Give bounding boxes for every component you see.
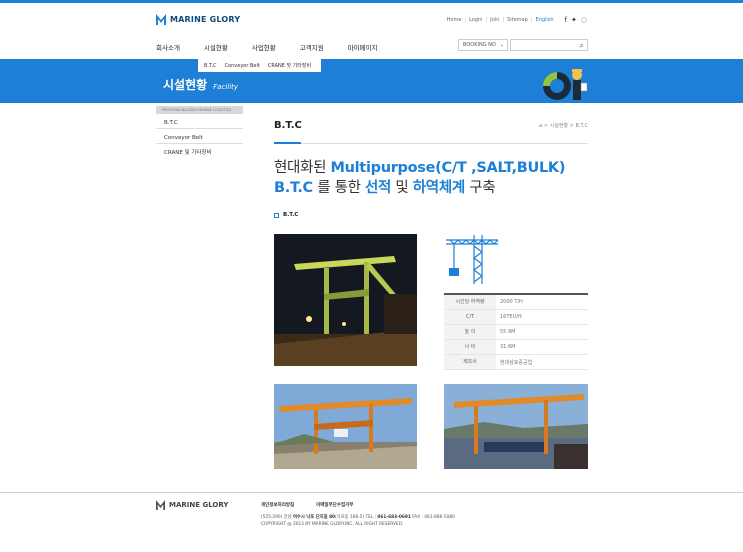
header: MARINE GLORY Home | Login | Join | Sitemap |… — [0, 3, 743, 59]
headline-text: 를 통한 — [312, 180, 365, 196]
headline: 현대화된 Multipurpose(C/T ,SALT,BULK) B.T.C … — [274, 158, 588, 198]
footer-logo-text: MARINE GLORY — [169, 501, 229, 509]
side-nav-item-conveyor[interactable]: Conveyor Belt — [156, 132, 243, 144]
facebook-icon[interactable]: f — [565, 16, 567, 24]
logo[interactable]: MARINE GLORY — [156, 14, 240, 25]
spec-value: 16TEU/H — [500, 314, 522, 320]
banner-title-en: Facility — [213, 83, 239, 91]
table-row: 높 이 55.9M — [444, 325, 588, 340]
address-text: (낙포동 168-5) TEL : — [335, 515, 378, 520]
search-icon[interactable]: ⌕ — [580, 41, 584, 51]
spec-value: 2000 T/H — [500, 299, 523, 305]
section-heading-text: B.T.C — [283, 212, 299, 218]
util-english-link[interactable]: English — [535, 17, 553, 23]
side-nav-item-btc[interactable]: B.T.C — [156, 117, 243, 129]
title-divider — [274, 142, 588, 144]
breadcrumb: ⌂ > 시설현황 > B.T.C — [539, 123, 588, 129]
nav-mypage[interactable]: 마이페이지 — [348, 42, 378, 52]
spec-value: 55.9M — [500, 329, 516, 335]
btc-night-photo — [274, 234, 417, 366]
util-home-link[interactable]: Home — [447, 17, 462, 23]
submenu-crane[interactable]: CRANE 및 기타장비 — [268, 62, 311, 69]
table-row: C/T 16TEU/H — [444, 310, 588, 325]
headline-text: 구축 — [464, 180, 496, 196]
nav-facility[interactable]: 시설현황 — [204, 42, 228, 52]
table-row: 제조사 현대삼호중공업 — [444, 355, 588, 370]
spec-key: 너 비 — [444, 340, 496, 354]
btc-day-photo-2 — [444, 384, 588, 469]
spec-key: C/T — [444, 310, 496, 324]
submenu-btc[interactable]: B.T.C — [204, 63, 217, 69]
logo-text: MARINE GLORY — [170, 15, 241, 24]
facility-submenu: B.T.C Conveyor Belt CRANE 및 기타장비 — [197, 59, 322, 73]
sns-links: f ✦ ◌ — [565, 16, 587, 24]
util-sitemap-link[interactable]: Sitemap — [507, 17, 528, 23]
fax-number: FAX : 061-686-5080 — [410, 515, 455, 520]
ci-character-icon — [543, 69, 588, 100]
footer-email-policy-link[interactable]: 이메일무단수집거부 — [316, 502, 353, 508]
util-login-link[interactable]: Login — [469, 17, 483, 23]
blog-icon[interactable]: ◌ — [581, 16, 587, 24]
spec-value: 현대삼호중공업 — [500, 359, 533, 366]
page-banner: 시설현황 Facility — [0, 59, 743, 103]
nav-business[interactable]: 사업현황 — [252, 42, 276, 52]
table-row: 시간당 하역량 2000 T/H — [444, 295, 588, 310]
footer-divider — [0, 492, 743, 493]
spec-key: 시간당 하역량 — [444, 295, 496, 309]
table-row: 너 비 31.6M — [444, 340, 588, 355]
breadcrumb-item: B.T.C — [575, 123, 588, 129]
footer-privacy-link[interactable]: 개인정보처리방침 — [261, 502, 294, 508]
side-nav-heading: PROFESSIONALIZED MARINE LOGISTICS — [156, 106, 243, 114]
twitter-icon[interactable]: ✦ — [571, 16, 577, 24]
headline-text: 및 — [391, 180, 413, 196]
headline-highlight: 선적 — [364, 180, 392, 196]
copyright: COPYRIGHT @ 2013 BY MARINE GLORY.INC. AL… — [261, 522, 404, 527]
chevron-down-icon: ⌄ — [499, 42, 504, 48]
headline-text: 현대화된 — [274, 160, 331, 176]
utility-nav: Home | Login | Join | Sitemap | English f ✦ … — [446, 16, 587, 24]
btc-day-photo-1 — [274, 384, 417, 469]
footer-logo: MARINE GLORY — [156, 500, 228, 510]
banner-title-ko: 시설현황 — [163, 78, 208, 92]
logo-mark-icon — [156, 500, 165, 510]
spec-key: 높 이 — [444, 325, 496, 339]
footer-address: (555-290) 전남 여수시 낙포 단지길 80(낙포동 168-5) TE… — [261, 514, 455, 528]
spec-value: 31.6M — [500, 344, 516, 350]
crane-diagram-icon — [446, 235, 499, 284]
side-nav-item-crane[interactable]: CRANE 및 기타장비 — [156, 147, 243, 159]
logo-mark-icon — [156, 14, 166, 25]
headline-highlight: 하역체계 — [412, 180, 465, 196]
banner-title: 시설현황 Facility — [163, 76, 238, 93]
breadcrumb-item[interactable]: 시설현황 — [550, 123, 568, 129]
main-nav: 회사소개 시설현황 사업현황 고객지원 마이페이지 — [156, 42, 402, 52]
spec-key: 제조사 — [444, 355, 496, 369]
bullet-square-icon — [274, 212, 279, 218]
footer-links: 개인정보처리방침 이메일무단수집거부 — [261, 502, 353, 508]
booking-label: BOOKING NO — [463, 42, 496, 48]
address-text: (555-290) 전남 — [261, 515, 293, 520]
phone-number: 061-683-0691 — [377, 515, 411, 520]
search-input[interactable]: ⌕ — [510, 39, 588, 51]
nav-support[interactable]: 고객지원 — [300, 42, 324, 52]
main-content: B.T.C ⌂ > 시설현황 > B.T.C 현대화된 Multipurpose… — [274, 120, 588, 218]
section-heading: B.T.C — [274, 212, 588, 218]
home-icon[interactable]: ⌂ — [539, 123, 542, 129]
nav-company[interactable]: 회사소개 — [156, 42, 180, 52]
booking-select[interactable]: BOOKING NO ⌄ — [458, 39, 508, 51]
submenu-conveyor[interactable]: Conveyor Belt — [225, 63, 260, 69]
address-bold: 여수시 낙포 단지길 80 — [292, 515, 336, 520]
side-nav: PROFESSIONALIZED MARINE LOGISTICS B.T.C … — [156, 106, 243, 159]
util-join-link[interactable]: Join — [490, 17, 499, 23]
spec-table: 시간당 하역량 2000 T/H C/T 16TEU/H 높 이 55.9M 너 비 3… — [444, 293, 588, 370]
